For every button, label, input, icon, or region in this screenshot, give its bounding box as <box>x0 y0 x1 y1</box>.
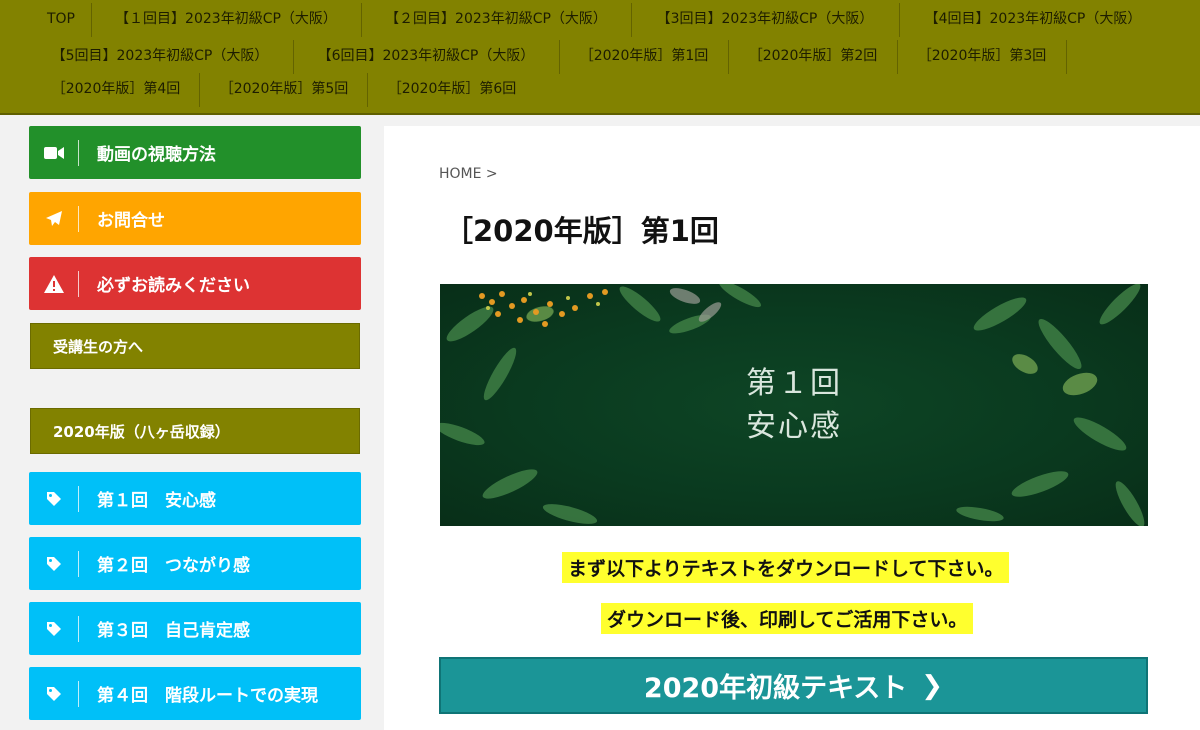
sidebar: 動画の視聴方法 お問合せ 必ずお読みください 受講生の方へ 2020年版（八ヶ岳… <box>0 117 384 730</box>
nav-separator <box>199 73 200 107</box>
warning-icon <box>29 257 79 310</box>
hero-lesson-number: 第１回 <box>746 366 842 401</box>
nav-separator <box>1066 40 1067 74</box>
hero-banner: 第１回 安心感 <box>440 284 1148 526</box>
download-text-label: 2020年初級テキスト <box>643 673 908 704</box>
print-instruction: ダウンロード後、印刷してご活用下さい。 <box>601 603 974 634</box>
how-to-watch-label: 動画の視聴方法 <box>97 145 216 165</box>
page-title: ［2020年版］第1回 <box>444 214 719 248</box>
nav-item-2023-cp-4[interactable]: 【4回目】2023年初級CP（大阪） <box>904 1 1162 38</box>
hero-title: 第１回 安心感 <box>440 362 1148 448</box>
chevron-right-icon: ❯ <box>921 670 944 701</box>
paper-plane-icon <box>29 192 79 245</box>
nav-item-2020-lesson-2[interactable]: ［2020年版］第2回 <box>733 38 893 75</box>
contact-button[interactable]: お問合せ <box>29 192 361 245</box>
nav-separator <box>293 40 294 74</box>
nav-separator <box>559 40 560 74</box>
nav-item-2020-lesson-5[interactable]: ［2020年版］第5回 <box>204 71 364 108</box>
nav-item-2023-cp-2[interactable]: 【２回目】2023年初級CP（大阪） <box>366 1 626 38</box>
nav-item-2020-lesson-4[interactable]: ［2020年版］第4回 <box>36 71 196 108</box>
download-instruction: まず以下よりテキストをダウンロードして下さい。 <box>562 552 1010 583</box>
nav-item-2020-lesson-6[interactable]: ［2020年版］第6回 <box>372 71 532 108</box>
tag-icon <box>29 602 79 655</box>
nav-item-top[interactable]: TOP <box>38 1 84 38</box>
students-heading: 受講生の方へ <box>30 323 360 369</box>
nav-separator <box>899 3 900 37</box>
edition-2020-heading: 2020年版（八ヶ岳収録） <box>30 408 360 454</box>
tag-icon <box>29 667 79 720</box>
nav-item-2020-lesson-3[interactable]: ［2020年版］第3回 <box>902 38 1062 75</box>
sidebar-lesson-3[interactable]: 第３回 自己肯定感 <box>29 602 361 655</box>
sidebar-lesson-label: 第４回 階段ルートでの実現 <box>97 686 318 706</box>
video-camera-icon <box>29 126 79 179</box>
contact-label: お問合せ <box>97 211 165 231</box>
nav-item-2023-cp-1[interactable]: 【１回目】2023年初級CP（大阪） <box>96 1 356 38</box>
sidebar-lesson-label: 第３回 自己肯定感 <box>97 621 250 641</box>
nav-item-2023-cp-6[interactable]: 【6回目】2023年初級CP（大阪） <box>298 38 554 75</box>
sidebar-lesson-1[interactable]: 第１回 安心感 <box>29 472 361 525</box>
nav-separator <box>728 40 729 74</box>
sidebar-lesson-label: 第１回 安心感 <box>97 491 216 511</box>
nav-item-2023-cp-5[interactable]: 【5回目】2023年初級CP（大阪） <box>32 38 288 75</box>
nav-separator <box>367 73 368 107</box>
main-content: HOME > ［2020年版］第1回 第１回 安心感 まず以下よりテキストをダウ… <box>384 126 1200 730</box>
top-navigation: TOP 【１回目】2023年初級CP（大阪） 【２回目】2023年初級CP（大阪… <box>0 0 1200 115</box>
nav-item-2023-cp-3[interactable]: 【3回目】2023年初級CP（大阪） <box>636 1 894 38</box>
nav-separator <box>897 40 898 74</box>
sidebar-lesson-2[interactable]: 第２回 つながり感 <box>29 537 361 590</box>
how-to-watch-button[interactable]: 動画の視聴方法 <box>29 126 361 179</box>
nav-separator <box>91 3 92 37</box>
tag-icon <box>29 472 79 525</box>
nav-separator <box>361 3 362 37</box>
must-read-button[interactable]: 必ずお読みください <box>29 257 361 310</box>
sidebar-lesson-label: 第２回 つながり感 <box>97 556 250 576</box>
download-text-button[interactable]: 2020年初級テキスト ❯ <box>439 657 1148 714</box>
breadcrumb[interactable]: HOME > <box>439 166 498 182</box>
sidebar-lesson-4[interactable]: 第４回 階段ルートでの実現 <box>29 667 361 720</box>
nav-separator <box>631 3 632 37</box>
tag-icon <box>29 537 79 590</box>
hero-lesson-theme: 安心感 <box>746 409 842 444</box>
must-read-label: 必ずお読みください <box>97 276 250 296</box>
nav-item-2020-lesson-1[interactable]: ［2020年版］第1回 <box>564 38 724 75</box>
